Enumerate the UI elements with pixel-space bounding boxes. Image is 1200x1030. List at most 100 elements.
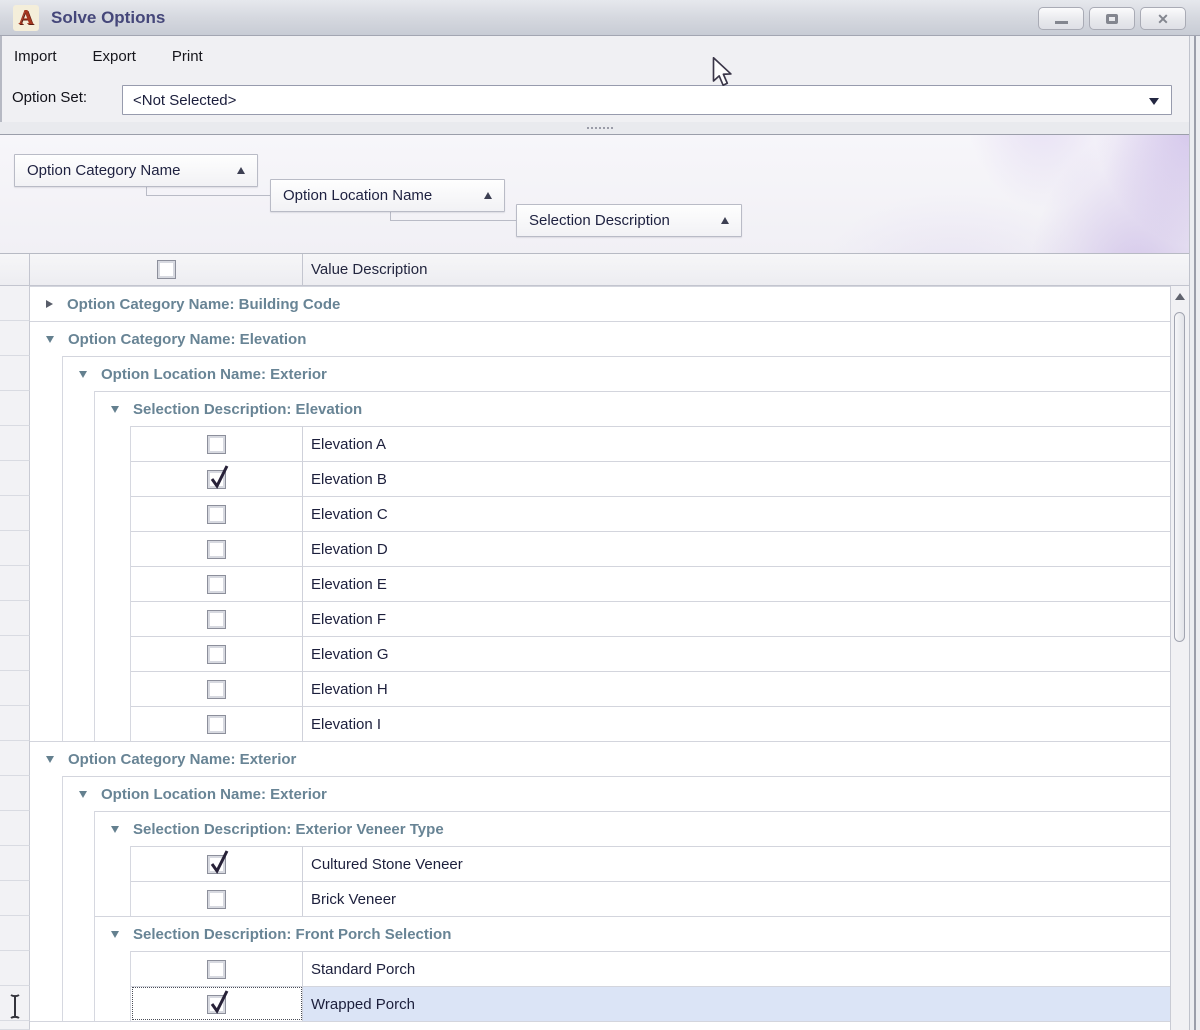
collapse-group-icon[interactable] [111,826,119,833]
collapse-group-icon[interactable] [46,756,54,763]
group-row-content[interactable]: Selection Description: Exterior Veneer T… [95,811,1189,846]
row-indicator-cell[interactable] [0,846,30,881]
data-row[interactable]: Elevation A [0,426,1189,461]
checkbox-unchecked-icon[interactable] [207,890,226,909]
horizontal-splitter[interactable] [0,122,1200,134]
row-indicator-cell[interactable] [0,566,30,601]
value-description-cell[interactable]: Elevation I [303,706,1189,741]
checkbox-unchecked-icon[interactable] [207,645,226,664]
value-description-cell[interactable]: Cultured Stone Veneer [303,846,1189,881]
checkbox-unchecked-icon[interactable] [207,610,226,629]
row-indicator-cell[interactable] [0,811,30,846]
data-row[interactable]: Elevation H [0,671,1189,706]
title-bar[interactable]: A Solve Options ✕ [0,0,1200,36]
group-row[interactable]: Option Category Name: Exterior [0,741,1189,776]
checkbox-cell[interactable] [131,496,303,531]
row-indicator-cell[interactable] [0,706,30,741]
group-row-content[interactable]: Option Category Name: Elevation [30,321,1189,356]
check-all-checkbox[interactable] [157,260,176,279]
checkbox-unchecked-icon[interactable] [207,505,226,524]
group-row-content[interactable]: Option Location Name: Exterior [63,356,1189,391]
row-indicator-cell[interactable] [0,496,30,531]
data-row[interactable]: Elevation E [0,566,1189,601]
row-indicator-cell[interactable] [0,356,30,391]
checkbox-cell[interactable] [131,951,303,986]
value-description-column-header[interactable]: Value Description [303,254,1189,285]
checkbox-unchecked-icon[interactable] [207,715,226,734]
menu-print[interactable]: Print [172,44,213,71]
menu-import[interactable]: Import [14,44,67,71]
checkbox-cell[interactable] [131,671,303,706]
checkbox-cell[interactable] [131,636,303,671]
checkbox-checked-icon[interactable] [207,470,226,489]
value-description-cell[interactable]: Standard Porch [303,951,1189,986]
row-indicator-cell[interactable] [0,461,30,496]
value-description-cell[interactable]: Elevation B [303,461,1189,496]
checkbox-cell[interactable] [131,881,303,916]
group-row[interactable]: Selection Description: Front Porch Selec… [0,916,1189,951]
checkbox-cell[interactable] [131,706,303,741]
maximize-button[interactable] [1089,7,1135,30]
value-description-cell[interactable]: Elevation E [303,566,1189,601]
chevron-down-icon[interactable] [1149,98,1159,105]
group-row-content[interactable]: Option Location Name: Exterior [63,776,1189,811]
group-by-option-category-name[interactable]: Option Category Name [14,154,258,187]
scroll-up-button[interactable] [1171,286,1189,306]
data-row[interactable]: Wrapped Porch [0,986,1189,1021]
data-row[interactable]: Standard Porch [0,951,1189,986]
scrollbar-thumb[interactable] [1174,312,1185,642]
row-indicator-cell[interactable] [0,391,30,426]
row-indicator-cell[interactable] [0,741,30,776]
data-row[interactable]: Elevation C [0,496,1189,531]
checkbox-unchecked-icon[interactable] [207,540,226,559]
row-indicator-cell[interactable] [0,881,30,916]
group-row[interactable]: Option Location Name: Exterior [0,776,1189,811]
checkbox-checked-icon[interactable] [207,995,226,1014]
collapse-group-icon[interactable] [111,931,119,938]
data-row[interactable]: Brick Veneer [0,881,1189,916]
group-row-content[interactable]: Selection Description: Elevation [95,391,1189,426]
value-description-cell[interactable]: Wrapped Porch [303,986,1189,1021]
checkbox-cell[interactable] [131,566,303,601]
group-row-content[interactable]: Selection Description: Front Porch Selec… [95,916,1189,951]
vertical-scrollbar[interactable] [1170,286,1189,1030]
checkbox-cell[interactable] [131,461,303,496]
collapse-group-icon[interactable] [111,406,119,413]
group-row[interactable]: Option Location Name: Exterior [0,356,1189,391]
group-row[interactable]: Option Category Name: Elevation [0,321,1189,356]
value-description-cell[interactable]: Elevation C [303,496,1189,531]
checkbox-unchecked-icon[interactable] [207,575,226,594]
collapse-group-icon[interactable] [46,336,54,343]
data-row[interactable]: Cultured Stone Veneer [0,846,1189,881]
group-by-option-location-name[interactable]: Option Location Name [270,179,505,212]
header-checkbox-cell[interactable] [30,254,303,285]
collapse-group-icon[interactable] [79,371,87,378]
checkbox-cell[interactable] [131,426,303,461]
checkbox-unchecked-icon[interactable] [207,680,226,699]
close-button[interactable]: ✕ [1140,7,1186,30]
value-description-cell[interactable]: Elevation F [303,601,1189,636]
group-row-content[interactable]: Option Category Name: Building Code [30,286,1189,321]
checkbox-cell[interactable] [131,531,303,566]
option-set-dropdown[interactable]: <Not Selected> [122,85,1172,115]
checkbox-cell[interactable] [131,986,303,1021]
value-description-cell[interactable]: Elevation D [303,531,1189,566]
group-row[interactable]: Option Category Name: Building Code [0,286,1189,321]
row-indicator-cell[interactable] [0,321,30,356]
row-indicator-cell[interactable] [0,426,30,461]
checkbox-cell[interactable] [131,846,303,881]
splitter-grip-icon[interactable] [587,127,613,129]
checkbox-unchecked-icon[interactable] [207,435,226,454]
checkbox-unchecked-icon[interactable] [207,960,226,979]
row-indicator-cell[interactable] [0,636,30,671]
row-indicator-cell[interactable] [0,951,30,986]
data-row[interactable]: Elevation G [0,636,1189,671]
collapse-group-icon[interactable] [79,791,87,798]
value-description-cell[interactable]: Elevation A [303,426,1189,461]
expand-group-icon[interactable] [46,300,53,308]
row-indicator-cell[interactable] [0,531,30,566]
menu-export[interactable]: Export [93,44,146,71]
data-row[interactable]: Elevation D [0,531,1189,566]
row-indicator-cell[interactable] [0,601,30,636]
value-description-cell[interactable]: Elevation H [303,671,1189,706]
